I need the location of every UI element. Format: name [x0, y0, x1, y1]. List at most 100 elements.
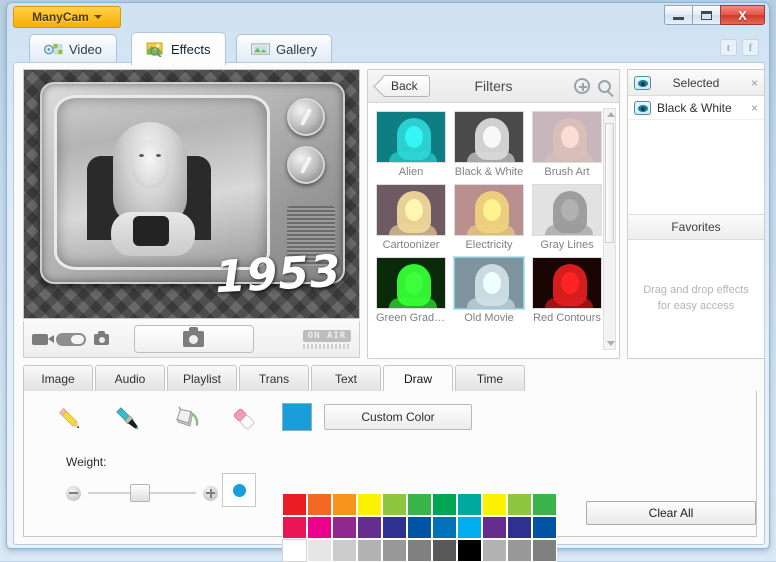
color-swatch[interactable] [457, 493, 482, 516]
color-swatch[interactable] [407, 516, 432, 539]
app-menu-button[interactable]: ManyCam [13, 6, 121, 28]
eye-icon[interactable] [634, 100, 651, 115]
color-swatch[interactable] [432, 539, 457, 562]
add-circle-icon[interactable] [574, 78, 590, 94]
selected-header: Selected × [628, 70, 764, 96]
tab-audio[interactable]: Audio [95, 365, 165, 391]
tab-time[interactable]: Time [455, 365, 525, 391]
color-swatch[interactable] [382, 516, 407, 539]
weight-slider-track[interactable] [88, 484, 196, 502]
color-swatch[interactable] [532, 493, 557, 516]
color-swatch[interactable] [482, 516, 507, 539]
tab-trans[interactable]: Trans [239, 365, 309, 391]
clear-all-button[interactable]: Clear All [586, 501, 756, 525]
color-swatch[interactable] [507, 493, 532, 516]
scroll-up-icon[interactable] [607, 112, 615, 117]
filter-item[interactable]: Brush Art [532, 111, 602, 178]
tab-effects[interactable]: Effects [131, 32, 226, 65]
weight-slider[interactable] [66, 483, 218, 503]
filter-item[interactable]: Gray Lines [532, 184, 602, 251]
color-swatch[interactable] [307, 493, 332, 516]
tab-gallery[interactable]: Gallery [236, 34, 333, 64]
filter-item[interactable]: Cartoonizer [376, 184, 446, 251]
color-swatch[interactable] [357, 539, 382, 562]
custom-color-button[interactable]: Custom Color [324, 404, 472, 430]
camera-icon-large [183, 327, 205, 347]
weight-slider-thumb[interactable] [130, 484, 150, 502]
app-name-label: ManyCam [32, 10, 89, 24]
filter-item[interactable]: Old Movie [454, 257, 524, 324]
eraser-tool[interactable] [228, 403, 260, 435]
color-swatch[interactable] [432, 493, 457, 516]
color-swatch[interactable] [382, 493, 407, 516]
color-swatch[interactable] [457, 539, 482, 562]
color-swatch[interactable] [307, 539, 332, 562]
snapshot-button[interactable] [133, 325, 254, 353]
tab-label: Audio [114, 371, 146, 386]
list-item[interactable]: Black & White × [628, 96, 764, 120]
filter-item[interactable]: Electricity [454, 184, 524, 251]
selected-clear-icon[interactable]: × [751, 76, 758, 90]
color-swatch[interactable] [357, 493, 382, 516]
color-swatch[interactable] [282, 516, 307, 539]
color-swatch[interactable] [282, 493, 307, 516]
color-swatch[interactable] [482, 493, 507, 516]
tab-video[interactable]: Video [29, 34, 118, 64]
minimize-button[interactable] [664, 5, 693, 25]
color-swatch[interactable] [332, 516, 357, 539]
video-photo-toggle[interactable] [56, 332, 86, 346]
color-swatch[interactable] [532, 516, 557, 539]
eye-icon[interactable] [634, 75, 651, 90]
color-swatch[interactable] [282, 539, 307, 562]
color-swatch[interactable] [507, 516, 532, 539]
color-swatch[interactable] [457, 516, 482, 539]
brush-tool[interactable] [112, 403, 144, 435]
pencil-icon [58, 407, 80, 429]
tab-image[interactable]: Image [23, 365, 93, 391]
tab-playlist[interactable]: Playlist [167, 365, 237, 391]
color-swatch[interactable] [407, 493, 432, 516]
back-button[interactable]: Back [382, 75, 430, 97]
tab-video-label: Video [69, 42, 103, 57]
brush-icon [116, 407, 139, 430]
filter-label: Cartoonizer [382, 239, 440, 251]
current-color-swatch[interactable] [282, 403, 312, 431]
video-preview[interactable]: 1953 [23, 69, 360, 319]
filter-item[interactable]: Black & White [454, 111, 524, 178]
weight-decrease-button[interactable] [66, 485, 81, 501]
eraser-icon [233, 408, 255, 430]
color-swatch[interactable] [407, 539, 432, 562]
twitter-icon[interactable]: t [720, 39, 737, 56]
tab-text[interactable]: Text [311, 365, 381, 391]
search-icon[interactable] [598, 79, 611, 93]
fill-tool[interactable] [170, 403, 202, 435]
color-swatch[interactable] [432, 516, 457, 539]
tv-knobs [287, 98, 335, 194]
favorites-empty-state[interactable]: Drag and drop effects for easy access [628, 240, 764, 355]
maximize-button[interactable] [692, 5, 721, 25]
minimize-icon [673, 16, 684, 20]
filter-item[interactable]: Alien [376, 111, 446, 178]
person-face [131, 140, 169, 188]
tab-draw[interactable]: Draw [383, 365, 453, 391]
scroll-down-icon[interactable] [607, 341, 615, 346]
color-swatch[interactable] [382, 539, 407, 562]
pencil-tool[interactable] [54, 403, 86, 435]
filter-thumbnail [454, 184, 524, 236]
weight-increase-button[interactable] [203, 485, 218, 501]
filters-scrollbar[interactable] [603, 108, 616, 350]
filter-item[interactable]: Red Contours [532, 257, 602, 324]
color-swatch[interactable] [532, 539, 557, 562]
color-swatch[interactable] [507, 539, 532, 562]
color-swatch[interactable] [332, 539, 357, 562]
color-swatch[interactable] [482, 539, 507, 562]
facebook-icon[interactable]: f [742, 39, 759, 56]
filter-item[interactable]: Green Gradi… [376, 257, 446, 324]
remove-effect-icon[interactable]: × [751, 101, 758, 115]
close-button[interactable]: X [720, 5, 765, 25]
brush-preview-box [222, 473, 256, 507]
color-swatch[interactable] [357, 516, 382, 539]
scrollbar-thumb[interactable] [605, 123, 614, 243]
color-swatch[interactable] [332, 493, 357, 516]
color-swatch[interactable] [307, 516, 332, 539]
